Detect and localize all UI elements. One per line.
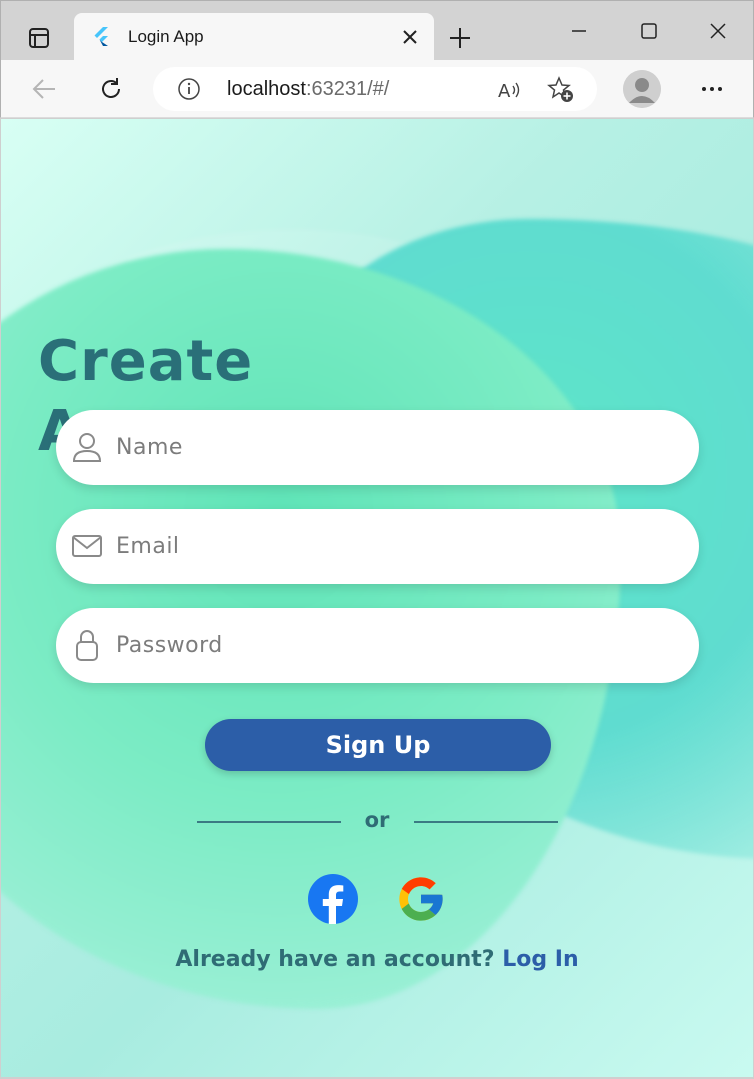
- more-options-icon[interactable]: [693, 70, 731, 108]
- add-favorite-icon[interactable]: [547, 76, 575, 104]
- login-prompt: Already have an account? Log In: [1, 947, 753, 972]
- address-bar[interactable]: localhost:63231/#/ A: [153, 67, 597, 111]
- mail-icon: [70, 529, 104, 563]
- google-login-button[interactable]: [395, 873, 447, 925]
- email-field[interactable]: [56, 509, 699, 584]
- sign-up-button[interactable]: Sign Up: [205, 719, 551, 771]
- url-host: localhost: [227, 78, 306, 100]
- close-window-button[interactable]: [698, 13, 738, 49]
- maximize-button[interactable]: [629, 13, 669, 49]
- log-in-link[interactable]: Log In: [502, 947, 578, 972]
- headline-line-1: Create: [38, 329, 254, 394]
- password-field[interactable]: [56, 608, 699, 683]
- tab-title: Login App: [128, 27, 204, 46]
- profile-avatar[interactable]: [623, 70, 661, 108]
- divider-left: [197, 821, 341, 823]
- divider-right: [414, 821, 558, 823]
- minimize-button[interactable]: [559, 13, 599, 49]
- info-icon[interactable]: [177, 77, 201, 101]
- url-path: :63231/#/: [305, 78, 390, 100]
- login-prompt-text: Already have an account?: [175, 947, 495, 972]
- browser-toolbar: localhost:63231/#/ A: [0, 60, 754, 118]
- person-icon: [70, 430, 104, 464]
- or-separator: or: [364, 808, 390, 832]
- name-input[interactable]: [116, 428, 676, 466]
- google-icon: [399, 877, 443, 921]
- url-text[interactable]: localhost:63231/#/: [227, 78, 389, 101]
- facebook-login-button[interactable]: [307, 873, 359, 925]
- email-input[interactable]: [116, 527, 676, 565]
- close-tab-icon[interactable]: [398, 25, 422, 49]
- back-button[interactable]: [25, 70, 63, 108]
- browser-tab[interactable]: Login App: [74, 13, 434, 61]
- read-aloud-icon[interactable]: A: [495, 76, 523, 104]
- password-input[interactable]: [116, 626, 676, 664]
- name-field[interactable]: [56, 410, 699, 485]
- tab-actions-icon[interactable]: [19, 21, 59, 55]
- new-tab-button[interactable]: [443, 21, 477, 55]
- lock-icon: [70, 628, 104, 662]
- facebook-icon: [308, 874, 358, 924]
- refresh-button[interactable]: [92, 70, 130, 108]
- page-viewport: Create A Sign Up or Already have an acco…: [1, 119, 753, 1077]
- browser-tab-bar: Login App: [0, 0, 754, 61]
- flutter-favicon-icon: [90, 25, 112, 47]
- svg-text:A: A: [498, 81, 511, 102]
